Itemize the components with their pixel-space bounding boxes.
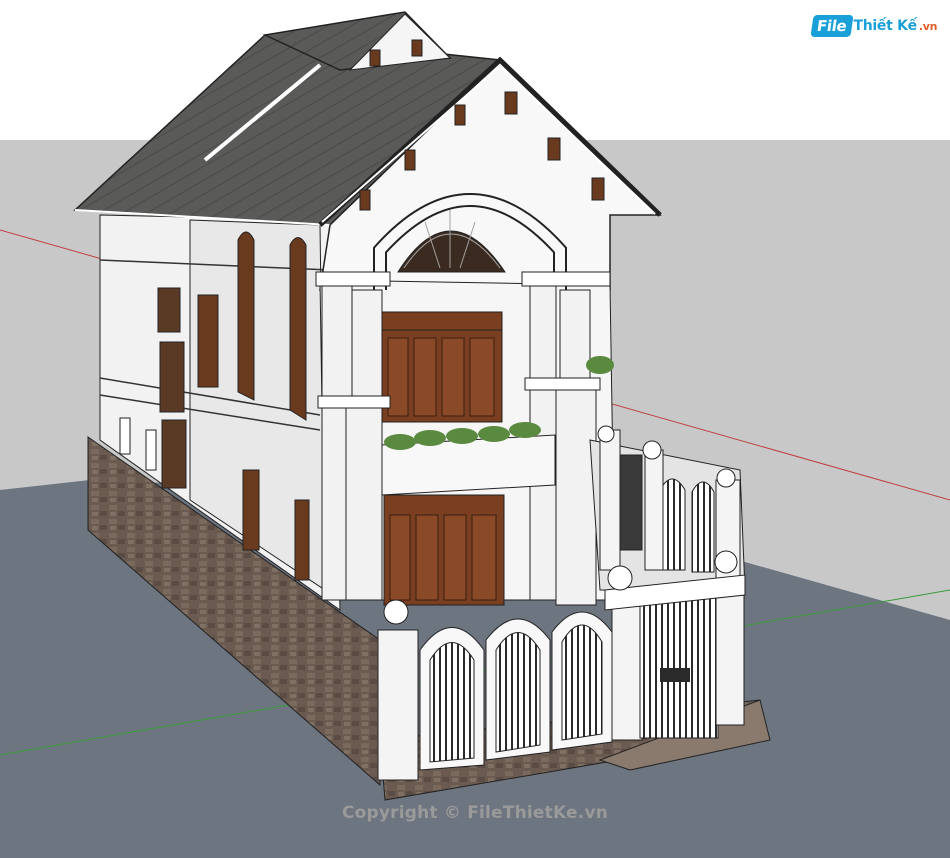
scene-3d-render[interactable]: [0, 0, 950, 858]
front-gates: [419, 611, 613, 771]
copyright-text: Copyright © FileThietKe.vn: [341, 803, 609, 823]
viewport[interactable]: File Thiết Kế .vn Copyright © FileThietK…: [0, 0, 950, 858]
logo-thietke-text: Thiết Kế: [853, 18, 918, 34]
filethietke-logo: File Thiết Kế .vn: [810, 12, 938, 40]
logo-file-text: File: [810, 15, 854, 37]
fence-pillar: [377, 629, 419, 781]
logo-domain-text: .vn: [918, 19, 938, 33]
